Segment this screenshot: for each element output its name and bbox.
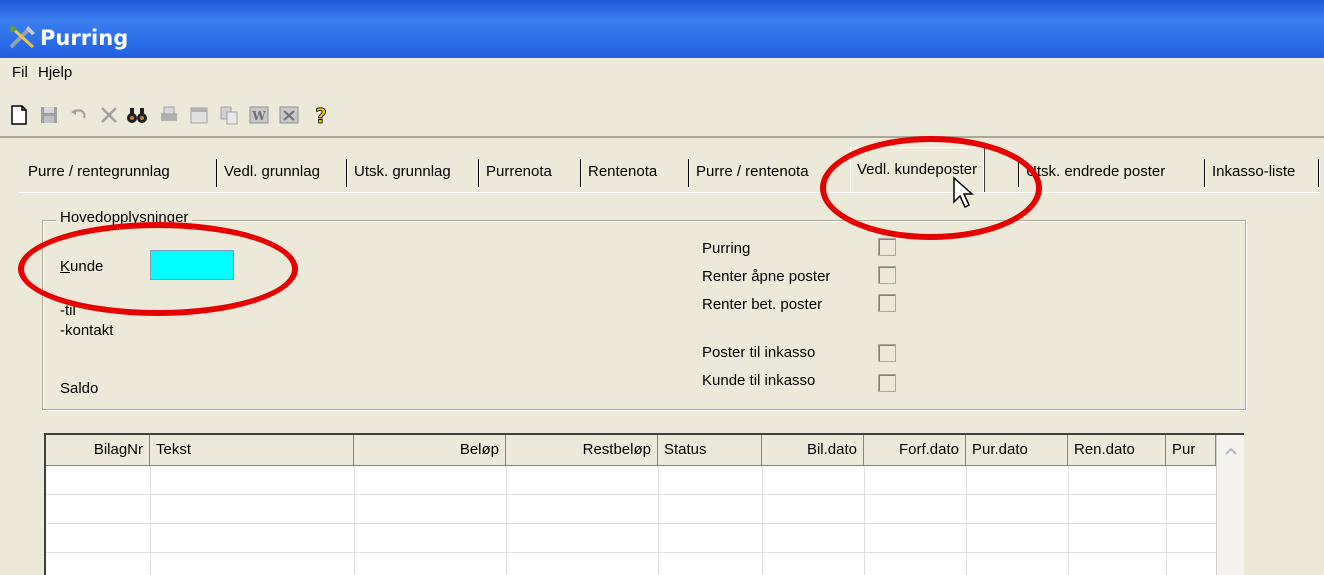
toolbar: W ?	[0, 88, 1324, 138]
delete-icon[interactable]	[98, 104, 120, 126]
svg-text:?: ?	[315, 104, 327, 126]
copy-icon[interactable]	[218, 104, 240, 126]
kunde-input[interactable]	[150, 250, 234, 280]
renter-bet-label: Renter bet. poster	[702, 296, 823, 313]
renter-apne-label: Renter åpne poster	[702, 268, 831, 285]
grid-header: BilagNr Tekst Beløp Restbeløp Status Bil…	[46, 435, 1244, 466]
table-row[interactable]	[46, 495, 1216, 524]
purring-checkbox[interactable]	[878, 238, 896, 256]
tab-divider	[1018, 159, 1020, 187]
column-divider	[354, 466, 355, 575]
column-divider	[1068, 466, 1069, 575]
column-divider	[658, 466, 659, 575]
tab-divider	[346, 159, 348, 187]
tab-divider	[1318, 159, 1320, 187]
word-icon[interactable]: W	[248, 104, 270, 126]
tab-rentenota[interactable]: Rentenota	[588, 153, 657, 191]
purring-label: Purring	[702, 240, 751, 257]
tab-inkasso-liste[interactable]: Inkasso-liste	[1212, 153, 1295, 191]
til-label: -til	[60, 302, 76, 319]
tab-divider	[580, 159, 582, 187]
column-divider	[966, 466, 967, 575]
tab-utsk-endrede-poster[interactable]: Utsk. endrede poster	[1026, 153, 1165, 191]
tab-divider	[216, 159, 218, 187]
excel-icon[interactable]	[278, 104, 300, 126]
customer-items-grid[interactable]: BilagNr Tekst Beløp Restbeløp Status Bil…	[44, 433, 1244, 575]
tab-purre-rentegrunnlag[interactable]: Purre / rentegrunnlag	[28, 153, 170, 191]
menu-fil[interactable]: Fil	[12, 64, 28, 81]
kunde-label: Kunde	[60, 258, 104, 275]
table-row[interactable]	[46, 524, 1216, 553]
tab-divider	[478, 159, 480, 187]
save-icon[interactable]	[38, 104, 60, 126]
poster-inkasso-checkbox[interactable]	[878, 344, 896, 362]
tab-divider	[1204, 159, 1206, 187]
table-row[interactable]	[46, 466, 1216, 495]
col-bilagnr[interactable]: BilagNr	[46, 435, 150, 465]
col-bil-dato[interactable]: Bil.dato	[762, 435, 864, 465]
renter-bet-checkbox[interactable]	[878, 294, 896, 312]
window-title: Purring	[40, 26, 129, 50]
svg-text:W: W	[251, 109, 266, 123]
column-divider	[506, 466, 507, 575]
col-restbelop[interactable]: Restbeløp	[506, 435, 658, 465]
kunde-inkasso-checkbox[interactable]	[878, 374, 896, 392]
col-ren-dato[interactable]: Ren.dato	[1068, 435, 1166, 465]
group-legend: Hovedopplysninger	[56, 209, 193, 226]
scroll-up-icon[interactable]	[1219, 439, 1243, 463]
col-forf-dato[interactable]: Forf.dato	[864, 435, 966, 465]
mouse-cursor-icon	[953, 176, 974, 209]
col-status[interactable]: Status	[658, 435, 762, 465]
new-document-icon[interactable]	[8, 104, 30, 126]
help-icon[interactable]: ?	[310, 104, 332, 126]
tab-purrenota[interactable]: Purrenota	[486, 153, 552, 191]
calendar-icon[interactable]	[188, 104, 210, 126]
vertical-scrollbar[interactable]	[1216, 435, 1244, 575]
column-divider	[1166, 466, 1167, 575]
saldo-label: Saldo	[60, 380, 99, 397]
renter-apne-checkbox[interactable]	[878, 266, 896, 284]
poster-inkasso-label: Poster til inkasso	[702, 344, 816, 361]
col-pur[interactable]: Pur	[1166, 435, 1216, 465]
main-info-group	[42, 220, 1246, 410]
tab-divider	[688, 159, 690, 187]
menu-hjelp[interactable]: Hjelp	[38, 64, 72, 81]
column-divider	[762, 466, 763, 575]
tools-icon	[9, 26, 35, 49]
find-icon[interactable]	[126, 104, 148, 126]
col-tekst[interactable]: Tekst	[150, 435, 354, 465]
col-belop[interactable]: Beløp	[354, 435, 506, 465]
column-divider	[150, 466, 151, 575]
tab-utsk-grunnlag[interactable]: Utsk. grunnlag	[354, 153, 451, 191]
column-divider	[864, 466, 865, 575]
menu-bar: Fil Hjelp	[0, 58, 1324, 88]
tab-purre-rentenota[interactable]: Purre / rentenota	[696, 153, 809, 191]
undo-icon[interactable]	[68, 104, 90, 126]
col-pur-dato[interactable]: Pur.dato	[966, 435, 1068, 465]
title-bar: Purring	[0, 0, 1324, 58]
tab-vedl-grunnlag[interactable]: Vedl. grunnlag	[224, 153, 320, 191]
print-icon[interactable]	[158, 104, 180, 126]
kunde-inkasso-label: Kunde til inkasso	[702, 372, 816, 389]
kontakt-label: -kontakt	[60, 322, 114, 339]
